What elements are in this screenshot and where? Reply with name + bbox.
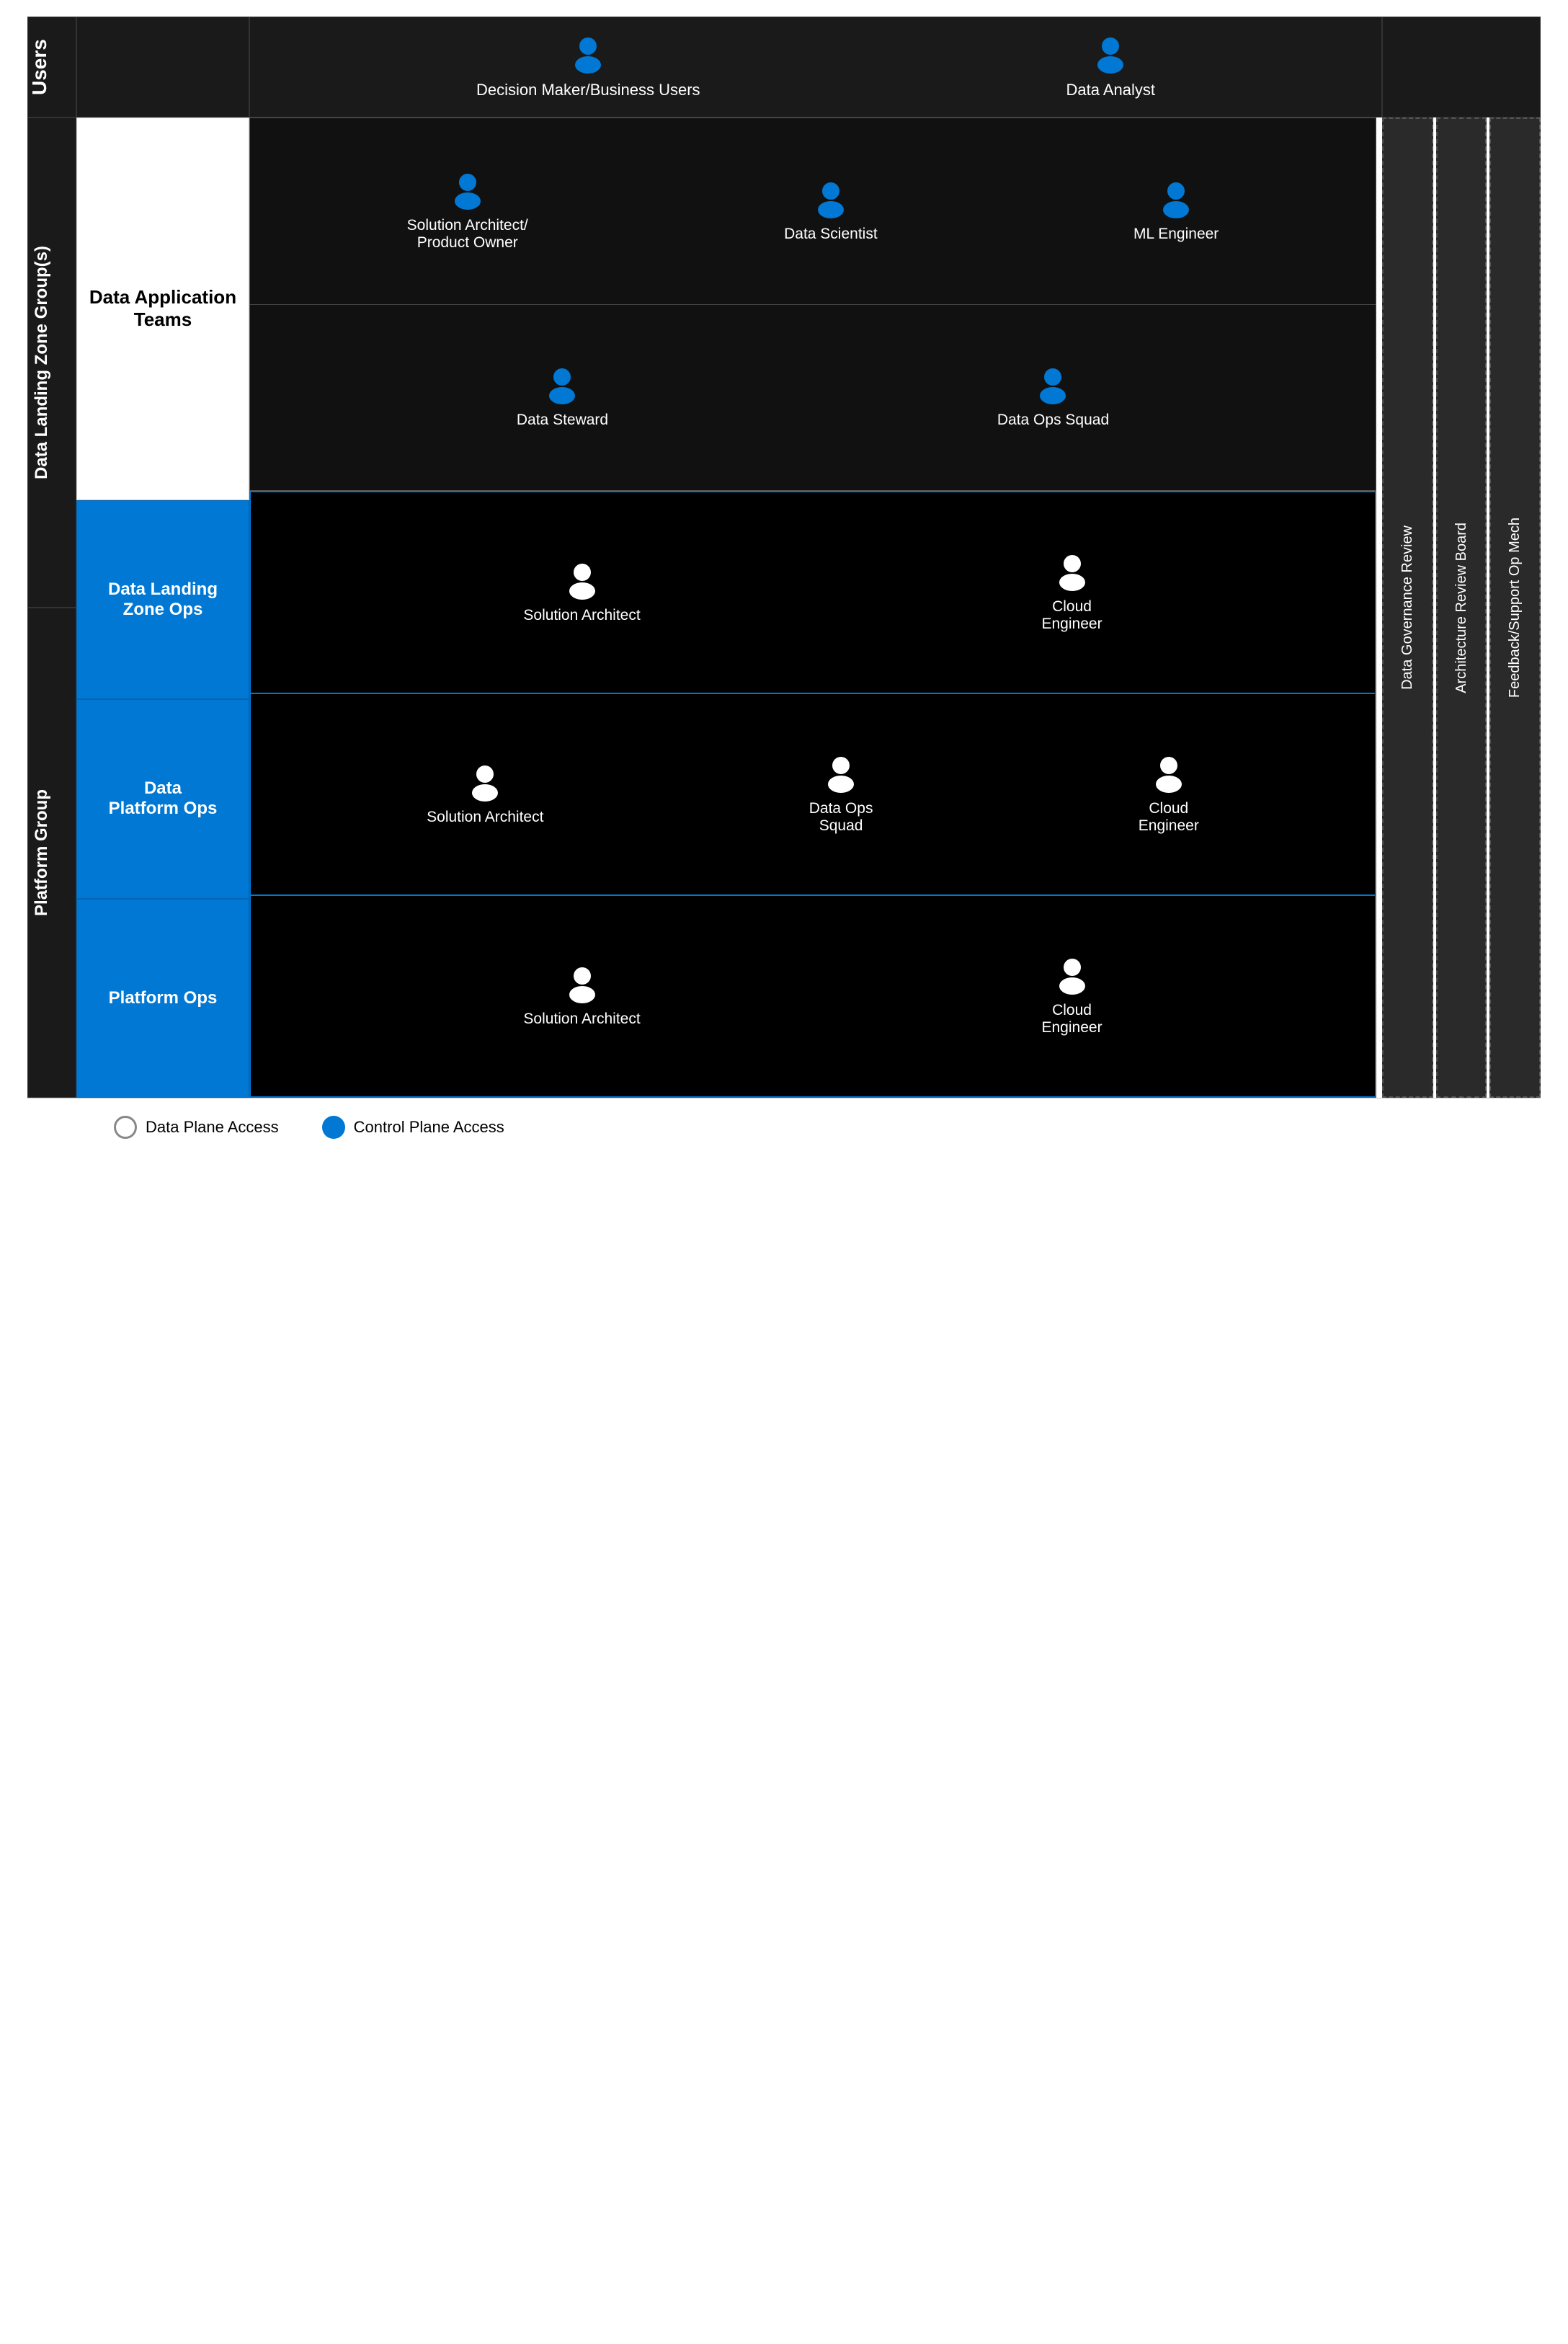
control-plane-label: Control Plane Access [354,1118,504,1137]
lz-cloud-engineer: Cloud Engineer [1042,552,1102,633]
app-team-subrow-1: Solution Architect/ Product Owner Data S… [250,118,1376,305]
data-plane-legend: Data Plane Access [114,1116,279,1139]
control-plane-legend: Control Plane Access [322,1116,504,1139]
legend: Data Plane Access Control Plane Access [27,1098,1541,1155]
right-panel-feedback-support: Feedback/Support Op Mech [1489,117,1541,1098]
platform-ops-content: Solution Architect Cloud Engineer [250,895,1376,1097]
plat-ops-cloud-engineer-icon [1052,956,1092,996]
data-ops-squad-person: Data Ops Squad [997,365,1109,429]
data-plane-label: Data Plane Access [146,1118,279,1137]
users-label: Users [27,17,76,117]
users-content: Decision Maker/Business Users Data Analy… [249,17,1382,117]
platform-data-ops-squad: Data Ops Squad [809,754,873,835]
data-ops-squad-icon [1033,365,1073,406]
data-scientist-icon [811,179,851,220]
data-app-teams-content: Solution Architect/ Product Owner Data S… [250,118,1376,491]
grid-area: Data Landing Zone Group(s) Platform Grou… [27,117,1541,1098]
ml-engineer-person: ML Engineer [1133,179,1219,243]
solution-architect-icon [447,171,488,211]
platform-group-label: Platform Group [27,608,76,1098]
data-lz-ops-sublabel: Data Landing Zone Ops [76,500,249,699]
right-panel-architecture-review: Architecture Review Board [1436,117,1487,1098]
left-labels-col: Data Landing Zone Group(s) Platform Grou… [27,117,76,1098]
data-lz-ops-content: Solution Architect Cloud Engineer [250,491,1376,693]
data-scientist-person: Data Scientist [784,179,878,243]
data-platform-ops-content: Solution Architect Data Ops Squad [250,693,1376,895]
data-landing-zone-label: Data Landing Zone Group(s) [27,117,76,608]
data-analyst-icon [1090,35,1131,75]
platform-ops-sublabel: Platform Ops [76,899,249,1098]
lz-cloud-engineer-icon [1052,552,1092,592]
sublabel-col: Data Application Teams Data Landing Zone… [76,117,249,1098]
main-content-col: Solution Architect/ Product Owner Data S… [249,117,1376,1098]
app-team-subrow-2: Data Steward Data Ops Squad [250,305,1376,491]
data-app-teams-sublabel: Data Application Teams [76,117,249,500]
control-plane-icon [322,1116,345,1139]
right-panel-data-governance: Data Governance Review [1382,117,1433,1098]
user-data-analyst: Data Analyst [1066,35,1156,99]
data-platform-ops-sublabel: Data Platform Ops [76,699,249,898]
solution-architect-person: Solution Architect/ Product Owner [407,171,528,252]
platform-cloud-engineer: Cloud Engineer [1139,754,1199,835]
right-panels: Data Governance Review Architecture Revi… [1382,117,1541,1098]
data-steward-icon [542,365,582,406]
decision-maker-icon [568,35,608,75]
plat-ops-cloud-engineer: Cloud Engineer [1042,956,1102,1036]
user-decision-maker: Decision Maker/Business Users [476,35,700,99]
platform-cloud-icon [1149,754,1189,794]
platform-data-ops-icon [821,754,861,794]
platform-solution-architect-icon [465,763,505,803]
lz-solution-architect: Solution Architect [523,561,640,624]
users-row: Users Decision Maker/Business Users [27,17,1541,117]
ml-engineer-icon [1156,179,1196,220]
lz-solution-architect-icon [562,561,602,601]
plat-ops-solution-architect: Solution Architect [523,964,640,1028]
platform-ops-solution-architect: Solution Architect [427,763,543,826]
data-steward-person: Data Steward [517,365,608,429]
plat-ops-solution-architect-icon [562,964,602,1005]
data-plane-icon [114,1116,137,1139]
